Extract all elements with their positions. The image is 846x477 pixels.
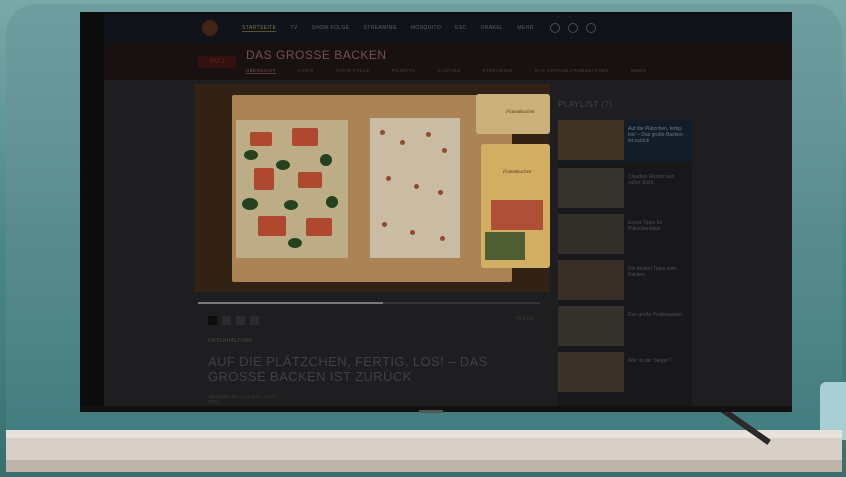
subnav-item-news[interactable]: NEWS: [631, 68, 646, 74]
bacon-bit: [438, 190, 443, 195]
playlist-item[interactable]: Die besten Tipps zum Backen: [558, 260, 692, 302]
playlist-item[interactable]: Wer ist der Sieger?: [558, 352, 692, 394]
product-package-top: Flammkuchen: [476, 94, 550, 134]
salmon-piece: [250, 132, 272, 146]
playlist-item-title: Auf die Plätzchen, fertig, los! – Das gr…: [628, 126, 683, 144]
subnav-item-probebacken[interactable]: DAS GROSSE PROBEBACKEN: [535, 68, 609, 74]
playlist-thumbnail: [558, 214, 624, 254]
playlist-item-title: Wer ist der Sieger?: [628, 358, 671, 364]
bacon-tarte: [370, 118, 460, 258]
nav-item-mehr[interactable]: MEHR: [517, 25, 533, 32]
spinach: [242, 198, 258, 210]
main-content: Flammkuchen Flammkuchen TEILEN UNTERHALT…: [104, 80, 792, 406]
spinach: [326, 196, 338, 208]
article-kicker: UNTERHALTUNG: [208, 338, 253, 344]
salmon-tarte: [236, 120, 348, 258]
bacon-bit: [380, 130, 385, 135]
nav-item-mosquito[interactable]: MOSQUITO: [411, 25, 441, 32]
playlist-item-title: Enzos Tipps für Plätzchenteige: [628, 220, 663, 232]
tv-screen: STARTSEITE TV SHOW FOLGE STREAMING MOSQU…: [104, 14, 792, 406]
subnav-item-rezepte[interactable]: REZEPTE: [392, 68, 416, 74]
pager-dot-3[interactable]: [236, 316, 245, 325]
nav-item-startseite[interactable]: STARTSEITE: [242, 25, 277, 32]
shelf-edge: [6, 430, 842, 438]
spinach: [276, 160, 290, 170]
playlist-item-title: Das große Probebacken: [628, 312, 683, 318]
bacon-bit: [440, 236, 445, 241]
pager-dot-1[interactable]: [208, 316, 217, 325]
bacon-bit: [410, 230, 415, 235]
package-image: [485, 232, 525, 260]
package-image: [491, 200, 543, 230]
top-icons: [549, 23, 596, 33]
playlist-item[interactable]: Auf die Plätzchen, fertig, los! – Das gr…: [558, 120, 692, 162]
share-button[interactable]: TEILEN: [516, 316, 540, 324]
playlist-item[interactable]: Das große Probebacken: [558, 306, 692, 348]
package-label: Flammkuchen: [506, 110, 535, 115]
spinach: [244, 150, 258, 160]
article-headline: AUF DIE PLÄTZCHEN, FERTIG, LOS! – DAS GR…: [208, 354, 488, 384]
channel-logo[interactable]: SAT.1: [198, 56, 236, 68]
playlist-item[interactable]: Enzos Tipps für Plätzchenteige: [558, 214, 692, 256]
salmon-piece: [292, 128, 318, 146]
brand-logo-icon[interactable]: [202, 20, 218, 36]
package-label: Flammkuchen: [503, 170, 532, 175]
subnav-item-streaming[interactable]: STREAMING: [483, 68, 513, 74]
subnav-item-uebersicht[interactable]: ÜBERSICHT: [246, 68, 276, 74]
nav-item-esc[interactable]: ESC: [455, 25, 466, 32]
spinach: [284, 200, 298, 210]
bacon-bit: [400, 140, 405, 145]
salmon-piece: [258, 216, 286, 236]
search-icon[interactable]: [567, 23, 578, 33]
subnav-item-show-folge[interactable]: SHOW FOLGE: [336, 68, 371, 74]
playlist-thumbnail: [558, 120, 624, 160]
top-navigation-bar: STARTSEITE TV SHOW FOLGE STREAMING MOSQU…: [104, 14, 792, 42]
playlist-thumbnail: [558, 168, 624, 208]
subnav-item-casting[interactable]: CASTING: [438, 68, 461, 74]
bacon-bit: [426, 132, 431, 137]
product-package-front: Flammkuchen: [481, 144, 550, 268]
nav-item-streaming[interactable]: STREAMING: [364, 25, 397, 32]
menu-icon[interactable]: [585, 23, 596, 33]
spinach: [288, 238, 302, 248]
bacon-bit: [386, 176, 391, 181]
video-progress-bar[interactable]: [198, 302, 540, 304]
show-header: SAT.1 DAS GROSSE BACKEN ÜBERSICHT VIDEO …: [104, 42, 792, 80]
bacon-bit: [382, 222, 387, 227]
salmon-piece: [298, 172, 322, 188]
nav-item-tv[interactable]: TV: [290, 25, 297, 32]
pager-dot-2[interactable]: [222, 316, 231, 325]
playlist-thumbnail: [558, 260, 624, 300]
user-icon[interactable]: [549, 23, 560, 33]
article-meta: Aktualisiert am 11.11.2019 · 14:00 SAT.1: [208, 394, 276, 404]
playlist-panel: Auf die Plätzchen, fertig, los! – Das gr…: [558, 120, 692, 406]
spinach: [320, 154, 332, 166]
playlist-thumbnail: [558, 352, 624, 392]
bacon-bit: [442, 148, 447, 153]
show-title: DAS GROSSE BACKEN: [246, 48, 387, 62]
playlist-item-title: Claudias Rezept aus süßer Sicht: [628, 174, 675, 186]
salmon-piece: [306, 218, 332, 236]
shelf-shadow: [6, 460, 842, 472]
playlist-item-title: Die besten Tipps zum Backen: [628, 266, 677, 278]
video-progress-fill: [198, 302, 383, 304]
nav-item-orakel[interactable]: ORAKEL: [481, 25, 504, 32]
subnav-item-video[interactable]: VIDEO: [298, 68, 314, 74]
show-subnav: ÜBERSICHT VIDEO SHOW FOLGE REZEPTE CASTI…: [246, 68, 646, 74]
article-source: SAT.1: [208, 399, 220, 404]
salmon-piece: [254, 168, 274, 190]
bacon-bit: [414, 184, 419, 189]
top-nav: STARTSEITE TV SHOW FOLGE STREAMING MOSQU…: [242, 25, 534, 32]
video-player[interactable]: Flammkuchen Flammkuchen: [194, 84, 550, 292]
playlist-thumbnail: [558, 306, 624, 346]
playlist-item[interactable]: Claudias Rezept aus süßer Sicht: [558, 168, 692, 210]
tv-logo: [419, 410, 443, 413]
playlist-title: PLAYLIST (7): [558, 100, 613, 109]
slide-pager: [208, 316, 259, 325]
nav-item-show-folge[interactable]: SHOW FOLGE: [312, 25, 350, 32]
pager-dot-4[interactable]: [250, 316, 259, 325]
